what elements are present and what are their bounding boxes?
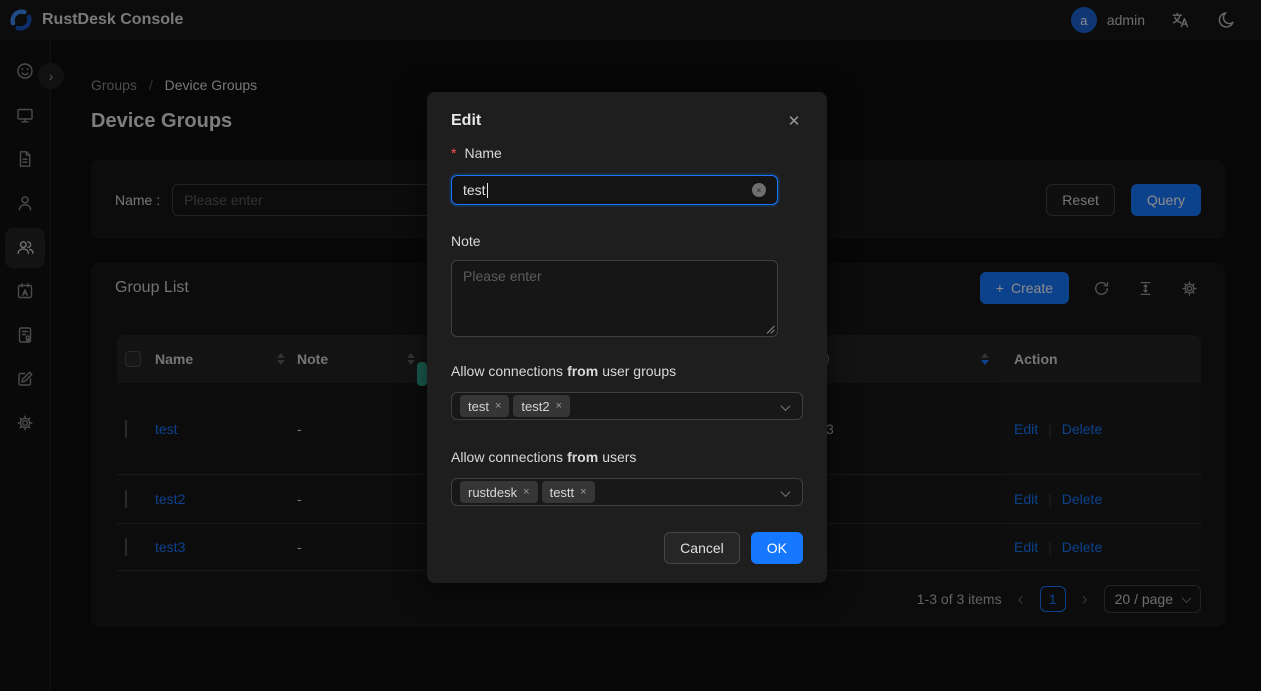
chevron-down-icon [781,401,791,411]
tag-close-icon[interactable]: × [556,400,562,412]
tag-close-icon[interactable]: × [580,486,586,498]
users-select[interactable]: rustdesk × testt × [451,478,803,506]
note-label-text: Note [451,233,481,249]
note-field-label: Note [451,233,481,249]
tag-item: test × [460,395,509,417]
label-pre: Allow connections [451,449,563,465]
name-input-value: test [463,182,486,198]
chevron-down-icon [781,487,791,497]
close-icon[interactable]: ✕ [783,110,805,132]
users-field-label: Allow connections from users [451,449,636,465]
resize-handle-icon[interactable] [766,325,775,334]
clear-input-icon[interactable]: × [752,183,766,197]
user-groups-select[interactable]: test × test2 × [451,392,803,420]
cancel-button[interactable]: Cancel [664,532,740,564]
label-post: user groups [602,363,676,379]
tag-label: test [468,399,489,414]
required-asterisk: * [451,145,456,161]
label-pre: Allow connections [451,363,563,379]
tag-close-icon[interactable]: × [495,400,501,412]
group-name-input[interactable]: test × [451,175,778,205]
edit-dialog: Edit ✕ * Name test × Note Allow connecti… [427,92,827,583]
text-caret [487,183,489,198]
tag-label: test2 [521,399,549,414]
label-from: from [567,449,598,465]
label-from: from [567,363,598,379]
name-label-text: Name [464,145,501,161]
dialog-title: Edit [451,112,803,130]
user-groups-field-label: Allow connections from user groups [451,363,676,379]
tag-item: rustdesk × [460,481,538,503]
tag-close-icon[interactable]: × [523,486,529,498]
tag-label: rustdesk [468,485,517,500]
tag-item: test2 × [513,395,570,417]
tag-label: testt [550,485,575,500]
ok-button[interactable]: OK [751,532,803,564]
label-post: users [602,449,636,465]
tag-item: testt × [542,481,595,503]
note-textarea[interactable] [451,260,778,337]
name-field-label: * Name [451,145,502,161]
